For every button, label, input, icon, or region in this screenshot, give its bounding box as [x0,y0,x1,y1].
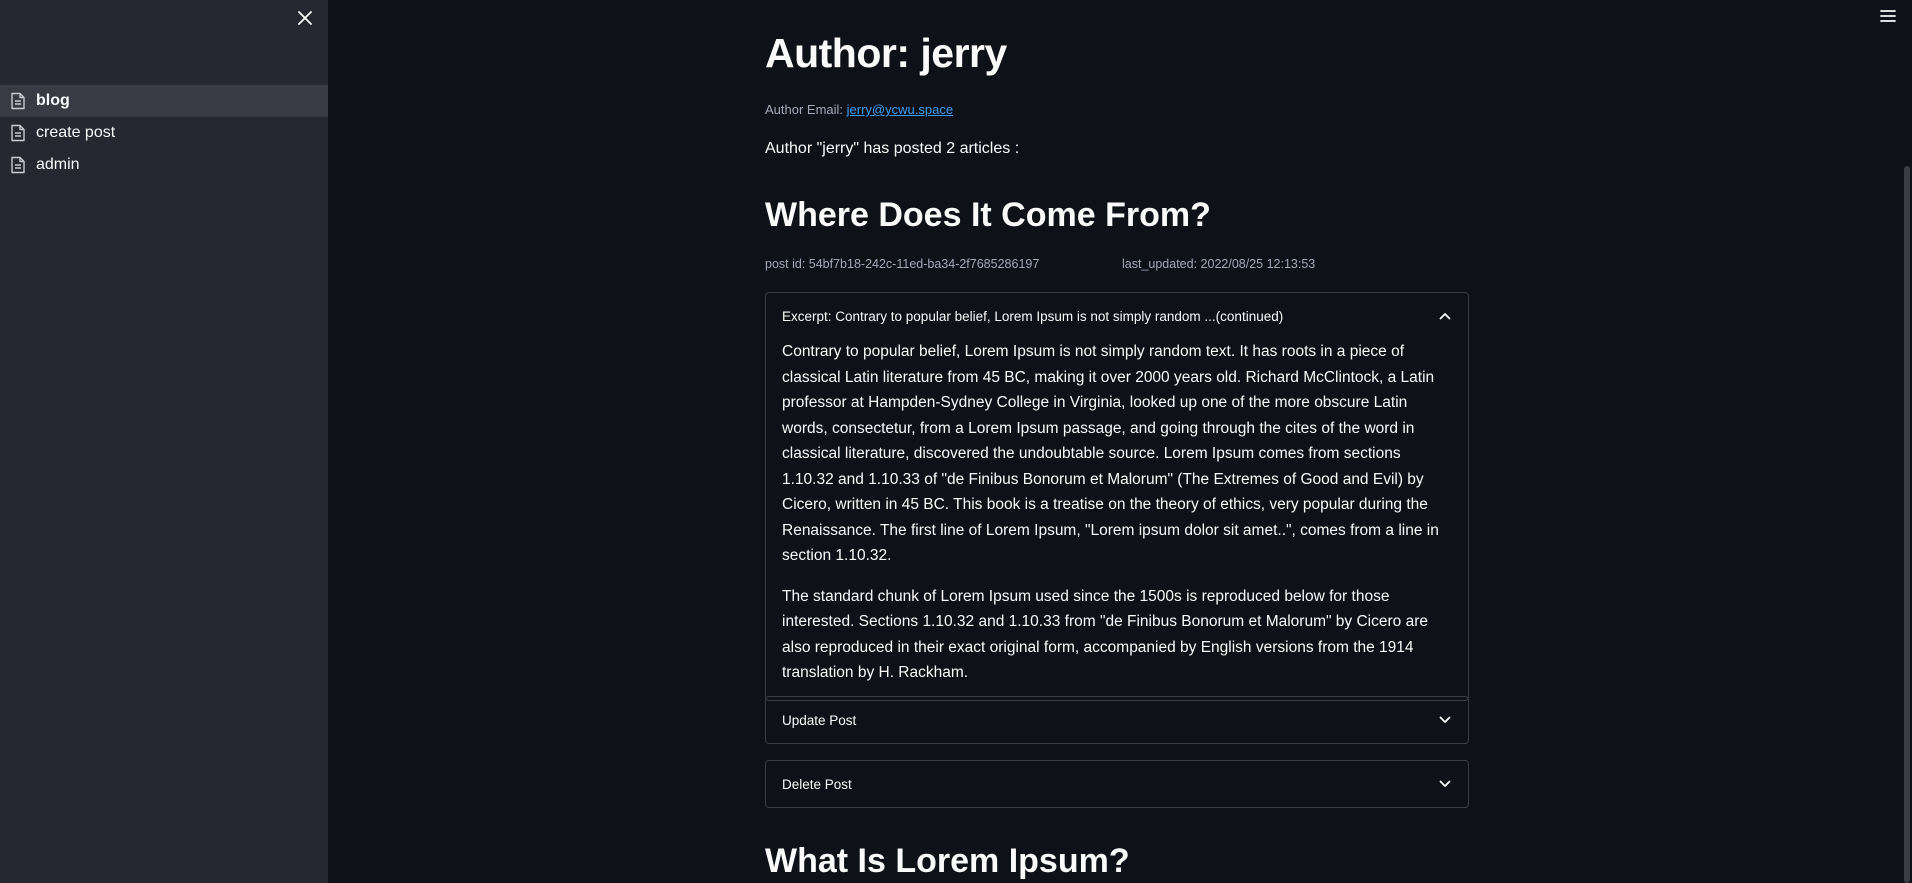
chevron-up-icon [1438,309,1452,323]
sidebar-nav: blog create post admin [0,85,328,181]
page-title: Author: jerry [765,30,1007,76]
sidebar-item-admin[interactable]: admin [0,149,328,181]
hamburger-menu-icon [1880,10,1896,22]
excerpt-body: Contrary to popular belief, Lorem Ipsum … [766,339,1468,700]
author-email: Author Email: jerry@ycwu.space [765,102,953,117]
delete-post-expander: Delete Post [765,760,1469,808]
excerpt-paragraph: The standard chunk of Lorem Ipsum used s… [782,587,1428,682]
post-id: post id: 54bf7b18-242c-11ed-ba34-2f76852… [765,257,1040,271]
post-title: What Is Lorem Ipsum? [765,842,1130,880]
document-icon [10,124,26,142]
excerpt-label: Excerpt: Contrary to popular belief, Lor… [782,308,1284,324]
delete-post-expander-header[interactable]: Delete Post [766,761,1468,807]
author-article-count: Author "jerry" has posted 2 articles : [765,140,1020,157]
sidebar: blog create post admin [0,0,328,883]
update-post-label: Update Post [782,712,857,728]
excerpt-expander-header[interactable]: Excerpt: Contrary to popular belief, Lor… [766,293,1468,339]
scrollbar[interactable] [1902,0,1912,883]
author-email-label: Author Email: [765,102,847,117]
sidebar-item-label: create post [36,124,116,141]
chevron-down-icon [1438,713,1452,727]
sidebar-item-label: admin [36,156,80,173]
sidebar-item-blog[interactable]: blog [0,85,328,117]
post-last-updated: last_updated: 2022/08/25 12:13:53 [1122,257,1316,271]
delete-post-label: Delete Post [782,776,852,792]
excerpt-paragraph: Contrary to popular belief, Lorem Ipsum … [782,343,1439,564]
document-icon [10,156,26,174]
excerpt-expander: Excerpt: Contrary to popular belief, Lor… [765,292,1469,701]
close-sidebar-button[interactable] [291,4,319,32]
update-post-expander-header[interactable]: Update Post [766,697,1468,743]
update-post-expander: Update Post [765,696,1469,744]
sidebar-item-create-post[interactable]: create post [0,117,328,149]
document-icon [10,92,26,110]
scrollbar-thumb[interactable] [1904,166,1910,883]
post-meta: post id: 54bf7b18-242c-11ed-ba34-2f76852… [765,257,1315,271]
sidebar-item-label: blog [36,92,70,109]
post-title: Where Does It Come From? [765,196,1211,234]
chevron-down-icon [1438,777,1452,791]
author-email-link[interactable]: jerry@ycwu.space [847,102,953,117]
close-icon [298,11,312,25]
main-menu-button[interactable] [1874,2,1902,30]
